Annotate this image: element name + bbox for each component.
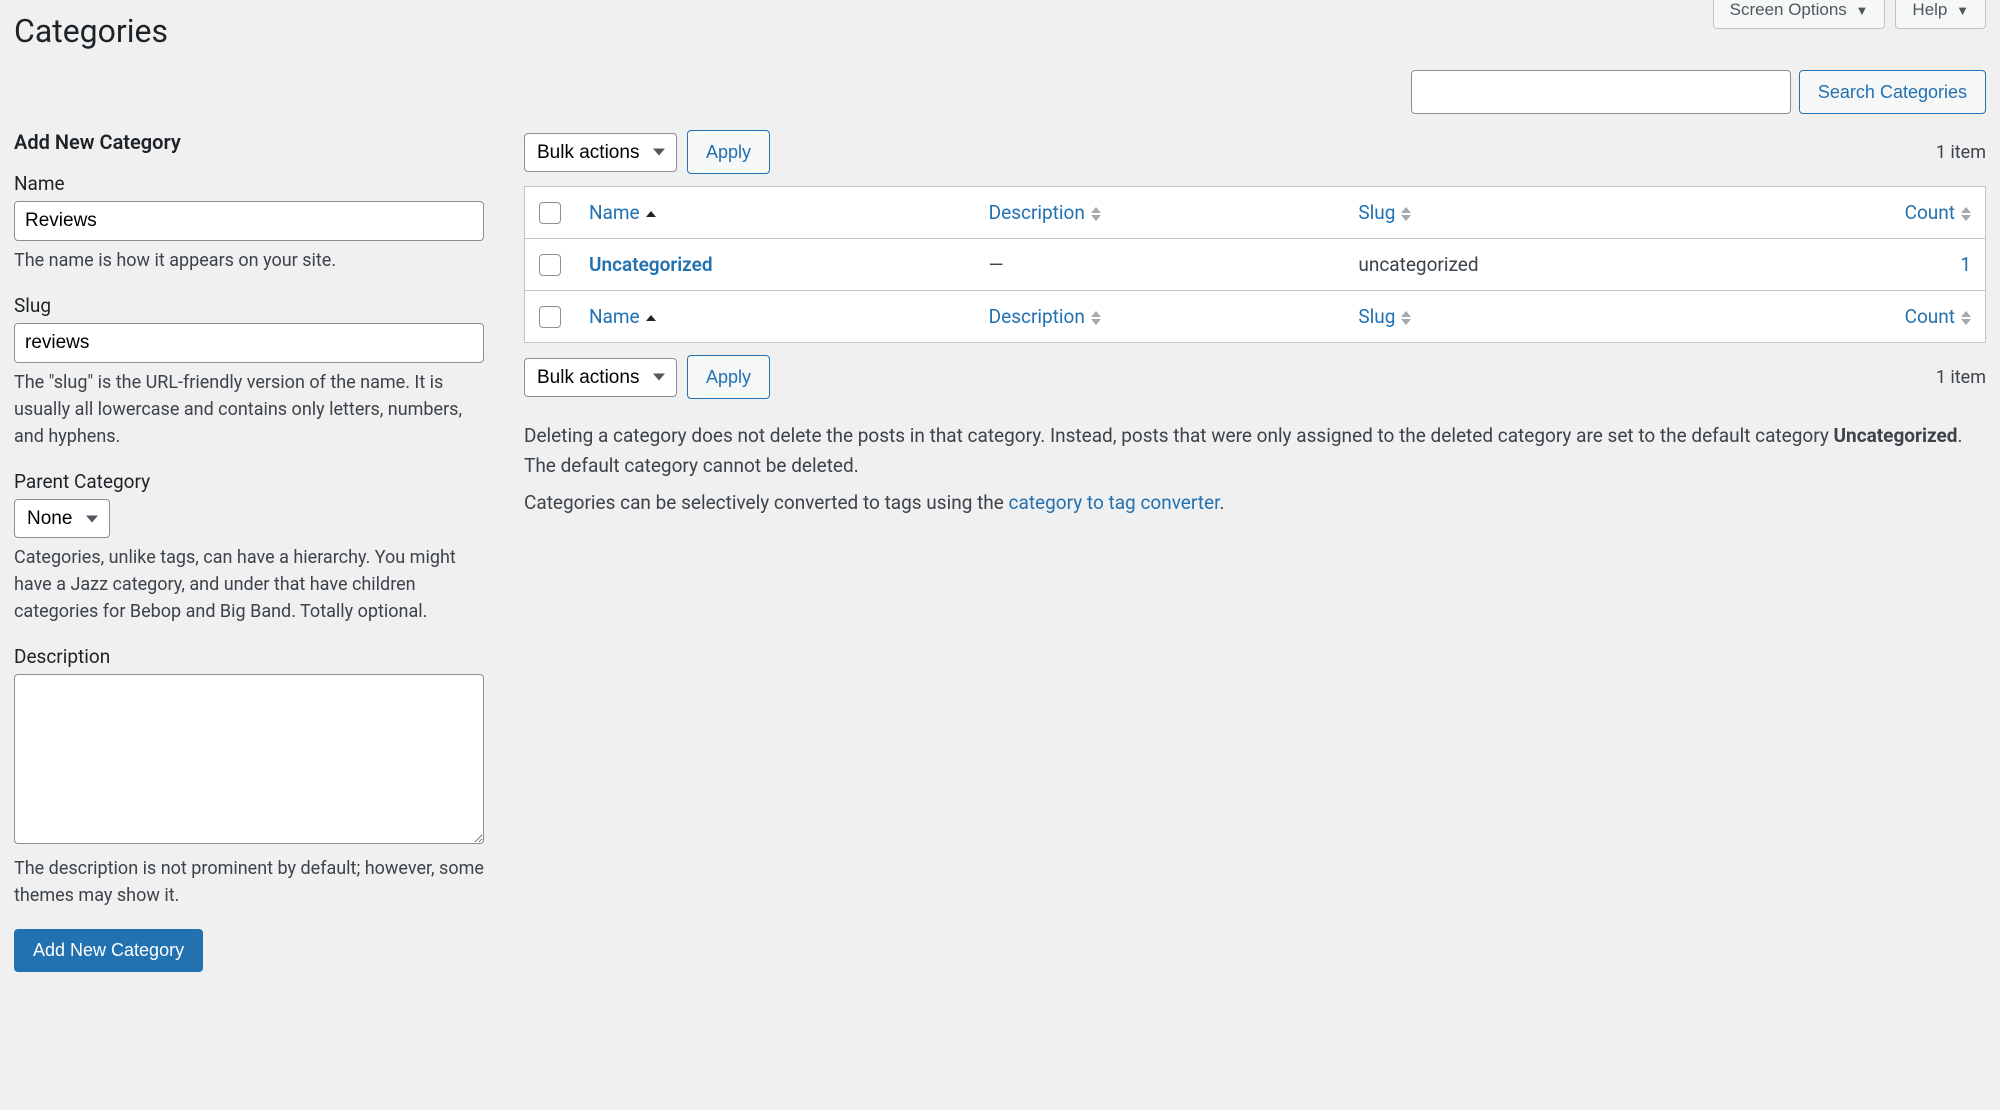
slug-label: Slug <box>14 294 484 317</box>
chevron-down-icon: ▼ <box>1856 3 1869 18</box>
categories-table: Name Description Slug Count Uncategorize… <box>524 186 1986 343</box>
apply-button-bottom[interactable]: Apply <box>687 355 770 399</box>
select-all-checkbox-bottom[interactable] <box>539 306 561 328</box>
sort-icon <box>1961 207 1971 221</box>
bulk-actions-select-bottom[interactable]: Bulk actions <box>524 358 677 397</box>
chevron-down-icon: ▼ <box>1956 3 1969 18</box>
category-count-link[interactable]: 1 <box>1960 253 1971 276</box>
parent-category-help: Categories, unlike tags, can have a hier… <box>14 544 484 625</box>
screen-options-button[interactable]: Screen Options ▼ <box>1713 0 1886 29</box>
slug-help: The "slug" is the URL-friendly version o… <box>14 369 484 450</box>
category-slug-cell: uncategorized <box>1344 239 1735 291</box>
bulk-actions-select-top[interactable]: Bulk actions <box>524 133 677 172</box>
column-slug-footer[interactable]: Slug <box>1358 305 1411 328</box>
table-row: Uncategorized — uncategorized 1 <box>525 239 1986 291</box>
category-name-link[interactable]: Uncategorized <box>589 253 713 276</box>
slug-input[interactable] <box>14 323 484 363</box>
add-new-category-submit[interactable]: Add New Category <box>14 929 203 972</box>
column-count-label: Count <box>1905 201 1955 224</box>
item-count-bottom: 1 item <box>1936 367 1986 388</box>
column-name-label: Name <box>589 201 640 224</box>
item-count-top: 1 item <box>1936 142 1986 163</box>
page-title: Categories <box>14 0 1986 70</box>
parent-category-label: Parent Category <box>14 470 484 493</box>
column-description-footer[interactable]: Description <box>989 305 1101 328</box>
column-slug-label: Slug <box>1358 201 1395 224</box>
column-name-footer[interactable]: Name <box>589 305 656 328</box>
search-input[interactable] <box>1411 70 1791 114</box>
sort-icon <box>1961 311 1971 325</box>
apply-button-top[interactable]: Apply <box>687 130 770 174</box>
parent-category-select[interactable]: None <box>14 499 110 538</box>
sort-icon <box>1091 311 1101 325</box>
description-help: The description is not prominent by defa… <box>14 855 484 909</box>
screen-options-label: Screen Options <box>1730 0 1847 19</box>
sort-icon <box>1401 311 1411 325</box>
sort-icon <box>646 315 656 321</box>
sort-icon <box>1091 207 1101 221</box>
name-help: The name is how it appears on your site. <box>14 247 484 274</box>
sort-icon <box>646 211 656 217</box>
sort-icon <box>1401 207 1411 221</box>
column-count-header[interactable]: Count <box>1905 201 1971 224</box>
delete-note: Deleting a category does not delete the … <box>524 421 1986 482</box>
row-checkbox[interactable] <box>539 254 561 276</box>
name-label: Name <box>14 172 484 195</box>
add-new-category-heading: Add New Category <box>14 130 484 154</box>
name-input[interactable] <box>14 201 484 241</box>
column-description-header[interactable]: Description <box>989 201 1101 224</box>
column-description-label: Description <box>989 201 1085 224</box>
column-count-footer[interactable]: Count <box>1905 305 1971 328</box>
tag-converter-link[interactable]: category to tag converter <box>1009 491 1220 514</box>
column-name-header[interactable]: Name <box>589 201 656 224</box>
description-textarea[interactable] <box>14 674 484 844</box>
select-all-checkbox-top[interactable] <box>539 202 561 224</box>
convert-note: Categories can be selectively converted … <box>524 488 1986 518</box>
search-categories-button[interactable]: Search Categories <box>1799 70 1986 114</box>
description-label: Description <box>14 645 484 668</box>
help-label: Help <box>1912 0 1947 19</box>
column-slug-header[interactable]: Slug <box>1358 201 1411 224</box>
help-button[interactable]: Help ▼ <box>1895 0 1986 29</box>
category-description-cell: — <box>975 239 1345 291</box>
